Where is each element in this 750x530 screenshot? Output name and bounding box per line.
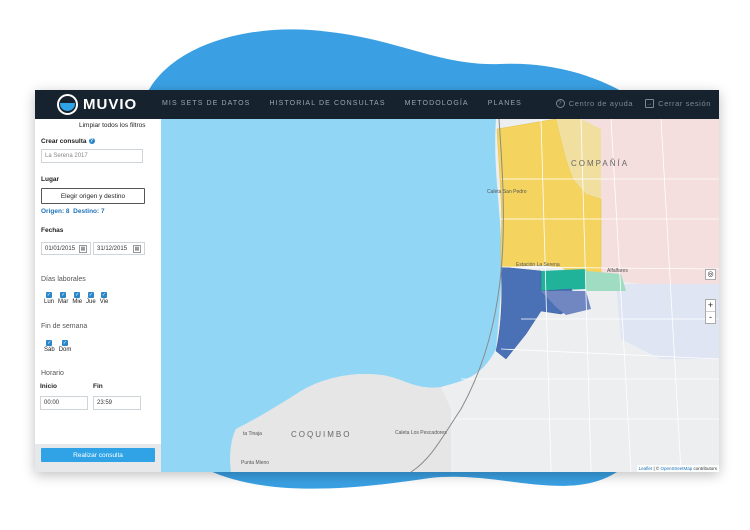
checkbox-checked-icon[interactable]: ✓ (74, 292, 81, 298)
zoom-control: + - (705, 299, 716, 324)
checkbox-checked-icon[interactable]: ✓ (101, 292, 107, 298)
map-view[interactable]: COMPAÑÍA COQUIMBO Caleta San Pedro Estac… (161, 119, 719, 472)
weekday-label: Lun (44, 299, 55, 305)
submit-query-button[interactable]: Realizar consulta (41, 448, 155, 462)
weekend-checkboxes: ✓ Sáb ✓ Dom (44, 340, 75, 353)
logout-link[interactable]: → Cerrar sesión (645, 99, 711, 108)
weekday-label: Jue (86, 299, 96, 305)
crosshair-icon: ◎ (707, 271, 714, 278)
weekend-label: Sáb (44, 347, 55, 353)
nav-item-plans[interactable]: PLANES (488, 100, 522, 107)
map-label-pescadores: Caleta Los Pescadores (395, 430, 447, 436)
create-query-title: Crear consulta? (41, 138, 95, 145)
start-time-value: 00:00 (44, 400, 60, 406)
map-label-caleta-san-pedro: Caleta San Pedro (487, 189, 527, 195)
query-name-input[interactable]: La Serena 2017 (41, 149, 143, 163)
end-label: Fin (93, 383, 103, 390)
weekday-wed[interactable]: ✓ Mie (72, 292, 82, 305)
checkbox-checked-icon[interactable]: ✓ (60, 292, 67, 298)
help-center-link[interactable]: ? Centro de ayuda (555, 99, 634, 108)
weekend-sun[interactable]: ✓ Dom (58, 340, 72, 353)
map-label-tinaja: ta Tinaja (243, 431, 262, 437)
map-label-coquimbo: COQUIMBO (291, 430, 352, 439)
weekday-checkboxes: ✓ Lun ✓ Mar ✓ Mie ✓ Jue ✓ Vie (44, 292, 112, 305)
filters-sidebar: Limpiar todos los filtros Crear consulta… (35, 119, 161, 472)
locate-button[interactable]: ◎ (705, 269, 716, 280)
start-label: Inicio (40, 383, 57, 390)
weekday-mon[interactable]: ✓ Lun (44, 292, 54, 305)
brand-logo[interactable]: MUVIO (57, 94, 137, 115)
map-canvas (161, 119, 719, 472)
top-navbar: MUVIO MIS SETS DE DATOS HISTORIAL DE CON… (35, 90, 719, 119)
weekday-label: Vie (99, 299, 109, 305)
map-attribution: Leaflet | © OpenStreetMap contributors (636, 465, 719, 472)
end-time-value: 23:59 (97, 400, 113, 406)
origin-destination-counts: Origen: 8 Destino: 7 (41, 208, 105, 215)
help-icon[interactable]: ? (88, 138, 95, 145)
weekday-tue[interactable]: ✓ Mar (58, 292, 68, 305)
end-time-input[interactable]: 23:59 (93, 396, 141, 410)
map-label-estacion: Estación La Serena (516, 262, 560, 268)
clear-filters-link[interactable]: Limpiar todos los filtros (79, 122, 145, 129)
place-title: Lugar (41, 176, 60, 183)
map-label-alfalfares: Alfalfares (607, 268, 628, 274)
date-from-value: 01/01/2015 (45, 245, 76, 252)
weekend-sat[interactable]: ✓ Sáb (44, 340, 55, 353)
help-center-label: Centro de ayuda (568, 99, 634, 108)
checkbox-checked-icon[interactable]: ✓ (46, 340, 53, 346)
start-time-input[interactable]: 00:00 (40, 396, 88, 410)
weekdays-title: Días laborales (41, 276, 86, 283)
weekend-label: Dom (58, 347, 72, 353)
choose-origin-destination-button[interactable]: Elegir origen y destino (41, 188, 145, 204)
weekday-label: Mar (58, 299, 69, 305)
map-label-punta: Punta Mieno (241, 460, 270, 466)
calendar-icon[interactable]: ▦ (79, 244, 87, 253)
date-from-input[interactable]: 01/01/2015 ▦ (41, 242, 91, 255)
weekday-label: Mie (72, 299, 83, 305)
app-window: MUVIO MIS SETS DE DATOS HISTORIAL DE CON… (35, 90, 719, 472)
zoom-in-button[interactable]: + (706, 300, 715, 311)
date-to-input[interactable]: 31/12/2015 ▦ (93, 242, 145, 255)
schedule-title: Horario (41, 370, 64, 377)
dates-title: Fechas (41, 227, 64, 234)
question-icon: ? (555, 99, 565, 108)
osm-link[interactable]: OpenStreetMap (660, 466, 692, 471)
map-label-compania: COMPAÑÍA (571, 159, 630, 168)
weekday-thu[interactable]: ✓ Jue (86, 292, 96, 305)
nav-item-datasets[interactable]: MIS SETS DE DATOS (162, 100, 250, 107)
attribution-text: contributors (693, 466, 717, 471)
create-query-label: Crear consulta (41, 138, 87, 145)
logout-icon: → (645, 99, 655, 108)
checkbox-checked-icon[interactable]: ✓ (87, 292, 94, 298)
destination-count: Destino: 7 (73, 208, 105, 215)
query-name-placeholder: La Serena 2017 (45, 153, 88, 159)
date-to-value: 31/12/2015 (97, 245, 128, 252)
nav-item-history[interactable]: HISTORIAL DE CONSULTAS (269, 100, 385, 107)
zoom-out-button[interactable]: - (706, 311, 715, 323)
weekend-title: Fin de semana (41, 323, 88, 330)
checkbox-checked-icon[interactable]: ✓ (46, 292, 52, 298)
right-nav: ? Centro de ayuda → Cerrar sesión (544, 99, 711, 108)
logo-icon (57, 94, 78, 115)
calendar-icon[interactable]: ▦ (133, 244, 141, 253)
main-nav: MIS SETS DE DATOS HISTORIAL DE CONSULTAS… (162, 100, 541, 107)
sidebar-footer: Realizar consulta (35, 444, 161, 472)
origin-count: Origen: 8 (41, 208, 70, 215)
checkbox-checked-icon[interactable]: ✓ (62, 340, 69, 346)
weekday-fri[interactable]: ✓ Vie (99, 292, 109, 305)
leaflet-link[interactable]: Leaflet (639, 466, 653, 471)
nav-item-methodology[interactable]: METODOLOGÍA (405, 100, 469, 107)
brand-name: MUVIO (83, 96, 138, 113)
logout-label: Cerrar sesión (658, 99, 711, 108)
